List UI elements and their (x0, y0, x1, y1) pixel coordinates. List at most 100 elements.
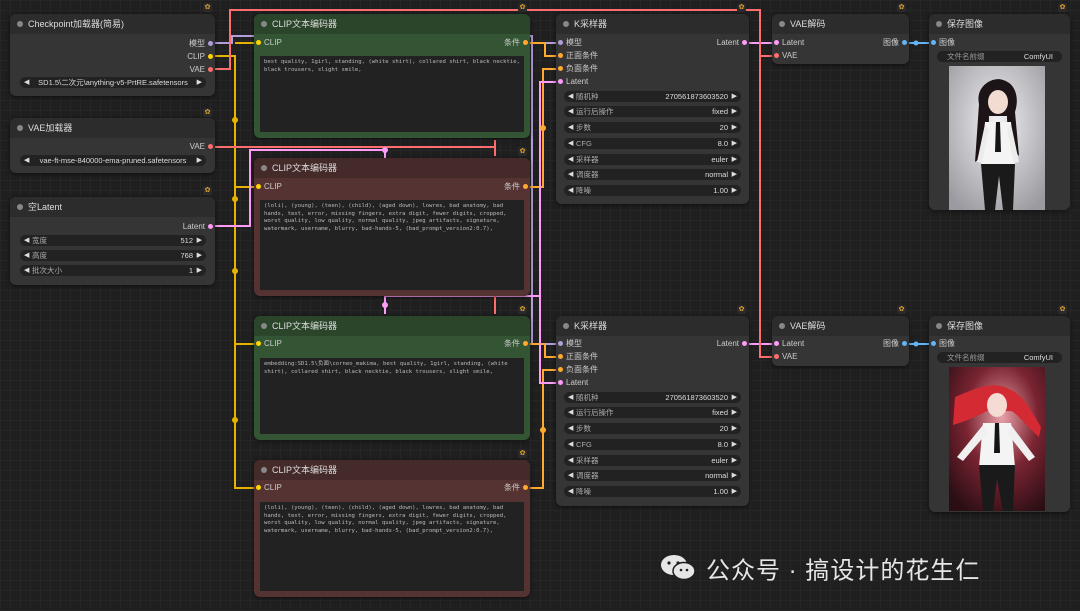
output-vae[interactable]: VAE (125, 141, 215, 153)
generated-image-preview[interactable] (949, 66, 1045, 210)
node-header[interactable]: K采样器 (556, 316, 749, 336)
collapse-dot-icon[interactable] (261, 323, 267, 329)
vae-pin-icon[interactable] (208, 144, 213, 149)
clip-text-encode-negative-1[interactable]: CLIP文本编码器 CLIP 条件 (loli), (young), (teen… (254, 158, 530, 296)
scheduler-widget[interactable]: ◀ 调度器 normal ▶ (564, 169, 741, 180)
node-header[interactable]: CLIP文本编码器 (254, 158, 530, 178)
scheduler-widget[interactable]: ◀ 调度器 normal ▶ (564, 470, 741, 481)
ksampler-node-2[interactable]: K采样器 模型 Latent 正面条件 负面条件 Latent ◀ 随机种 2705… (556, 316, 749, 506)
cfg-widget[interactable]: ◀ CFG 8.0 ▶ (564, 138, 741, 149)
image-pin-icon[interactable] (931, 341, 936, 346)
input-latent[interactable]: Latent (772, 37, 842, 49)
input-negative[interactable]: 负面条件 (556, 63, 636, 75)
batch-size-widget[interactable]: ◀ 批次大小 1 ▶ (20, 265, 206, 276)
arrow-left-icon[interactable]: ◀ (568, 169, 573, 180)
output-latent[interactable]: Latent (669, 37, 749, 49)
empty-latent-node[interactable]: 空Latent Latent ◀ 宽度 512 ▶ ◀ 高度 768 ▶ ◀ 批次大小 1 ▶ (10, 197, 215, 285)
node-header[interactable]: VAE加载器 (10, 118, 215, 138)
filename-prefix-field[interactable]: 文件名前缀 ComfyUI (937, 352, 1062, 363)
arrow-right-icon[interactable]: ▶ (197, 250, 202, 261)
output-conditioning[interactable]: 条件 (440, 338, 530, 350)
output-conditioning[interactable]: 条件 (440, 37, 530, 49)
clip-pin-icon[interactable] (256, 40, 261, 45)
arrow-right-icon[interactable]: ▶ (732, 439, 737, 450)
output-latent[interactable]: Latent (125, 221, 215, 233)
arrow-right-icon[interactable]: ▶ (197, 265, 202, 276)
arrow-left-icon[interactable]: ◀ (568, 455, 573, 466)
input-latent[interactable]: Latent (556, 76, 636, 88)
vae-pin-icon[interactable] (774, 354, 779, 359)
vae-decode-node-2[interactable]: VAE解码 Latent 图像 VAE (772, 316, 909, 366)
clip-pin-icon[interactable] (256, 485, 261, 490)
collapse-dot-icon[interactable] (779, 323, 785, 329)
cond-pin-icon[interactable] (523, 184, 528, 189)
clip-pin-icon[interactable] (256, 184, 261, 189)
output-image[interactable]: 图像 (839, 338, 909, 350)
arrow-left-icon[interactable]: ◀ (568, 138, 573, 149)
denoise-widget[interactable]: ◀ 降噪 1.00 ▶ (564, 185, 741, 196)
latent-pin-icon[interactable] (742, 341, 747, 346)
arrow-right-icon[interactable]: ▶ (732, 106, 737, 117)
arrow-right-icon[interactable]: ▶ (732, 185, 737, 196)
input-clip[interactable]: CLIP (254, 37, 344, 49)
node-header[interactable]: VAE解码 (772, 14, 909, 34)
arrow-left-icon[interactable]: ◀ (24, 265, 29, 276)
node-header[interactable]: 保存图像 (929, 316, 1070, 336)
arrow-left-icon[interactable]: ◀ (568, 439, 573, 450)
arrow-right-icon[interactable]: ▶ (732, 392, 737, 403)
cond-pin-icon[interactable] (523, 341, 528, 346)
arrow-right-icon[interactable]: ▶ (732, 423, 737, 434)
ckpt-name-combo[interactable]: ◀ SD1.5\二次元\anything-v5-PrtRE.safetensors… (20, 77, 206, 88)
clip-text-encode-negative-2[interactable]: CLIP文本编码器 CLIP 条件 (loli), (young), (teen… (254, 460, 530, 597)
height-widget[interactable]: ◀ 高度 768 ▶ (20, 250, 206, 261)
arrow-left-icon[interactable]: ◀ (568, 106, 573, 117)
width-widget[interactable]: ◀ 宽度 512 ▶ (20, 235, 206, 246)
arrow-left-icon[interactable]: ◀ (568, 470, 573, 481)
cond-pin-icon[interactable] (523, 40, 528, 45)
clip-text-encode-positive-1[interactable]: CLIP文本编码器 CLIP 条件 best quality, 1girl, s… (254, 14, 530, 138)
latent-pin-icon[interactable] (558, 380, 563, 385)
output-latent[interactable]: Latent (669, 338, 749, 350)
latent-pin-icon[interactable] (208, 224, 213, 229)
output-image[interactable]: 图像 (839, 37, 909, 49)
node-graph-canvas[interactable]: Checkpoint加载器(简易) 模型 CLIP VAE ◀ SD1.5\二次元… (0, 0, 1080, 611)
arrow-right-icon[interactable]: ▶ (197, 155, 202, 166)
collapse-dot-icon[interactable] (261, 165, 267, 171)
cfg-widget[interactable]: ◀ CFG 8.0 ▶ (564, 439, 741, 450)
input-vae[interactable]: VAE (772, 351, 842, 363)
arrow-right-icon[interactable]: ▶ (732, 470, 737, 481)
vae-pin-icon[interactable] (774, 53, 779, 58)
save-image-node-2[interactable]: 保存图像 图像 文件名前缀 ComfyUI (929, 316, 1070, 512)
collapse-dot-icon[interactable] (563, 323, 569, 329)
arrow-right-icon[interactable]: ▶ (732, 169, 737, 180)
input-clip[interactable]: CLIP (254, 482, 344, 494)
sampler-widget[interactable]: ◀ 采样器 euler ▶ (564, 154, 741, 165)
latent-pin-icon[interactable] (558, 79, 563, 84)
arrow-left-icon[interactable]: ◀ (568, 392, 573, 403)
input-vae[interactable]: VAE (772, 50, 842, 62)
arrow-right-icon[interactable]: ▶ (197, 77, 202, 88)
seed-widget[interactable]: ◀ 随机种 270561873603520 ▶ (564, 91, 741, 102)
arrow-left-icon[interactable]: ◀ (568, 423, 573, 434)
input-model[interactable]: 模型 (556, 37, 636, 49)
vae-loader-node[interactable]: VAE加载器 VAE ◀ vae-ft-mse-840000-ema-pruned… (10, 118, 215, 173)
collapse-dot-icon[interactable] (936, 323, 942, 329)
image-pin-icon[interactable] (931, 40, 936, 45)
arrow-left-icon[interactable]: ◀ (568, 122, 573, 133)
arrow-left-icon[interactable]: ◀ (568, 407, 573, 418)
latent-pin-icon[interactable] (774, 40, 779, 45)
arrow-left-icon[interactable]: ◀ (568, 185, 573, 196)
control-after-generate-widget[interactable]: ◀ 运行后操作 fixed ▶ (564, 407, 741, 418)
seed-widget[interactable]: ◀ 随机种 270561873603520 ▶ (564, 392, 741, 403)
arrow-right-icon[interactable]: ▶ (732, 138, 737, 149)
collapse-dot-icon[interactable] (261, 21, 267, 27)
input-image[interactable]: 图像 (929, 37, 999, 49)
model-pin-icon[interactable] (208, 41, 213, 46)
prompt-textarea[interactable]: best quality, 1girl, standing, (white sh… (260, 56, 524, 132)
collapse-dot-icon[interactable] (17, 21, 23, 27)
arrow-right-icon[interactable]: ▶ (732, 407, 737, 418)
arrow-left-icon[interactable]: ◀ (24, 250, 29, 261)
latent-pin-icon[interactable] (742, 40, 747, 45)
output-conditioning[interactable]: 条件 (440, 181, 530, 193)
clip-text-encode-positive-2[interactable]: CLIP文本编码器 CLIP 条件 embedding:SD1.5\负面\cor… (254, 316, 530, 440)
